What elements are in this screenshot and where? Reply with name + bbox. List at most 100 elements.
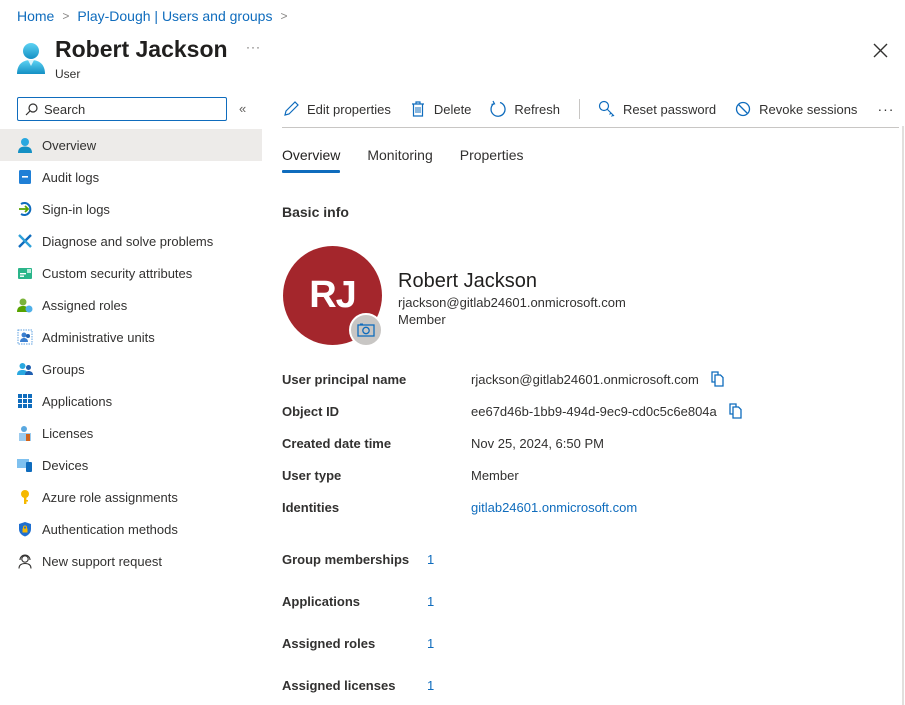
applications-grid-icon: [17, 393, 33, 409]
collapse-sidebar-button[interactable]: «: [239, 101, 246, 116]
sidebar-item-label: Groups: [42, 361, 85, 377]
copy-icon[interactable]: [710, 370, 726, 387]
property-value: rjackson@gitlab24601.onmicrosoft.com: [471, 370, 726, 387]
sidebar-item-label: Audit logs: [42, 169, 100, 185]
count-row: Applications 1: [282, 594, 434, 636]
property-row: Identities gitlab24601.onmicrosoft.com: [282, 500, 744, 532]
edit-properties-button[interactable]: Edit properties: [282, 100, 391, 118]
shield-lock-icon: [17, 521, 33, 537]
assigned-licenses-link[interactable]: 1: [427, 678, 434, 705]
profile-user-type: Member: [398, 312, 446, 327]
count-label: Assigned licenses: [282, 678, 396, 693]
identities-link[interactable]: gitlab24601.onmicrosoft.com: [471, 500, 637, 515]
sidebar-item-groups[interactable]: Groups: [0, 353, 262, 385]
copy-icon[interactable]: [728, 402, 744, 419]
sidebar-item-label: Applications: [42, 393, 113, 409]
sign-in-icon: [17, 201, 33, 217]
count-row: Group memberships 1: [282, 552, 434, 594]
sidebar-item-administrative-units[interactable]: Administrative units: [0, 321, 262, 353]
sidebar-item-sign-in-logs[interactable]: Sign-in logs: [0, 193, 262, 225]
page-title: Robert Jackson: [55, 36, 228, 62]
property-row: Object ID ee67d46b-1bb9-494d-9ec9-cd0c5c…: [282, 402, 744, 436]
tab-overview[interactable]: Overview: [282, 147, 341, 173]
group-memberships-link[interactable]: 1: [427, 552, 434, 594]
wrench-icon: [17, 233, 33, 249]
sidebar-item-applications[interactable]: Applications: [0, 385, 262, 417]
sidebar-item-authentication-methods[interactable]: Authentication methods: [0, 513, 262, 545]
command-bar-divider: [282, 127, 899, 128]
chevron-right-icon: >: [280, 9, 288, 23]
property-row: User principal name rjackson@gitlab24601…: [282, 370, 744, 404]
reset-password-button[interactable]: Reset password: [598, 100, 716, 118]
counts-list: Group memberships 1 Applications 1 Assig…: [282, 552, 434, 705]
sidebar-item-new-support-request[interactable]: New support request: [0, 545, 262, 577]
more-options-button[interactable]: ···: [246, 40, 261, 54]
refresh-icon: [490, 100, 507, 117]
pencil-icon: [284, 101, 299, 116]
audit-log-icon: [17, 169, 33, 185]
properties-list: User principal name rjackson@gitlab24601…: [282, 370, 744, 532]
count-label: Applications: [282, 594, 361, 609]
count-label: Assigned roles: [282, 636, 376, 651]
revoke-sessions-button[interactable]: Revoke sessions: [734, 100, 857, 118]
basic-info-heading: Basic info: [282, 204, 349, 220]
search-box[interactable]: [17, 97, 227, 121]
delete-button[interactable]: Delete: [409, 100, 471, 118]
page-subtitle: User: [55, 67, 81, 81]
chevron-right-icon: >: [62, 9, 70, 23]
breadcrumb: Home > Play-Dough | Users and groups >: [17, 8, 295, 24]
key-icon: [17, 489, 33, 505]
user-icon: [16, 42, 46, 74]
tab-monitoring[interactable]: Monitoring: [367, 147, 432, 173]
count-label: Group memberships: [282, 552, 410, 567]
toolbar-divider: [578, 99, 580, 119]
key-icon: [598, 100, 615, 117]
property-label: User principal name: [282, 372, 407, 387]
scrollbar[interactable]: [902, 126, 904, 705]
profile-email: rjackson@gitlab24601.onmicrosoft.com: [398, 295, 626, 310]
admin-units-icon: [17, 329, 33, 345]
sidebar-item-azure-role-assignments[interactable]: Azure role assignments: [0, 481, 262, 513]
user-icon: [17, 137, 33, 153]
sidebar-item-devices[interactable]: Devices: [0, 449, 262, 481]
sidebar-item-audit-logs[interactable]: Audit logs: [0, 161, 262, 193]
sidebar-item-diagnose[interactable]: Diagnose and solve problems: [0, 225, 262, 257]
breadcrumb-users-and-groups[interactable]: Play-Dough | Users and groups: [77, 8, 272, 24]
tab-properties[interactable]: Properties: [460, 147, 524, 173]
property-label: Created date time: [282, 436, 392, 451]
sidebar-item-label: Diagnose and solve problems: [42, 233, 214, 249]
property-value: ee67d46b-1bb9-494d-9ec9-cd0c5c6e804a: [471, 402, 744, 419]
sidebar-item-overview[interactable]: Overview: [0, 129, 262, 161]
tab-list: Overview Monitoring Properties: [282, 147, 551, 173]
close-button[interactable]: [872, 42, 889, 59]
sidebar-item-label: Sign-in logs: [42, 201, 110, 217]
support-person-icon: [17, 553, 33, 569]
applications-link[interactable]: 1: [427, 594, 434, 636]
sidebar-item-label: New support request: [42, 553, 162, 569]
sidebar-item-custom-security-attributes[interactable]: Custom security attributes: [0, 257, 262, 289]
sidebar-item-label: Overview: [42, 137, 97, 153]
property-row: User type Member: [282, 468, 744, 500]
property-row: Created date time Nov 25, 2024, 6:50 PM: [282, 436, 744, 468]
property-value: Nov 25, 2024, 6:50 PM: [471, 436, 604, 451]
sidebar-item-label: Assigned roles: [42, 297, 128, 313]
devices-icon: [17, 457, 33, 473]
groups-icon: [17, 361, 33, 377]
property-label: Object ID: [282, 404, 340, 419]
refresh-button[interactable]: Refresh: [489, 100, 560, 118]
property-value: Member: [471, 468, 519, 483]
close-icon: [873, 43, 888, 58]
count-row: Assigned roles 1: [282, 636, 434, 678]
breadcrumb-home[interactable]: Home: [17, 8, 54, 24]
sidebar-item-label: Administrative units: [42, 329, 155, 345]
property-label: User type: [282, 468, 342, 483]
security-attributes-icon: [17, 265, 33, 281]
assigned-roles-link[interactable]: 1: [427, 636, 434, 678]
more-commands-button[interactable]: ···: [877, 101, 894, 117]
command-bar: Edit properties Delete Refresh Reset pas…: [282, 94, 894, 124]
sidebar-item-assigned-roles[interactable]: Assigned roles: [0, 289, 262, 321]
search-input[interactable]: [44, 101, 214, 117]
trash-icon: [411, 101, 424, 117]
change-photo-button[interactable]: [349, 313, 383, 347]
sidebar-item-licenses[interactable]: Licenses: [0, 417, 262, 449]
